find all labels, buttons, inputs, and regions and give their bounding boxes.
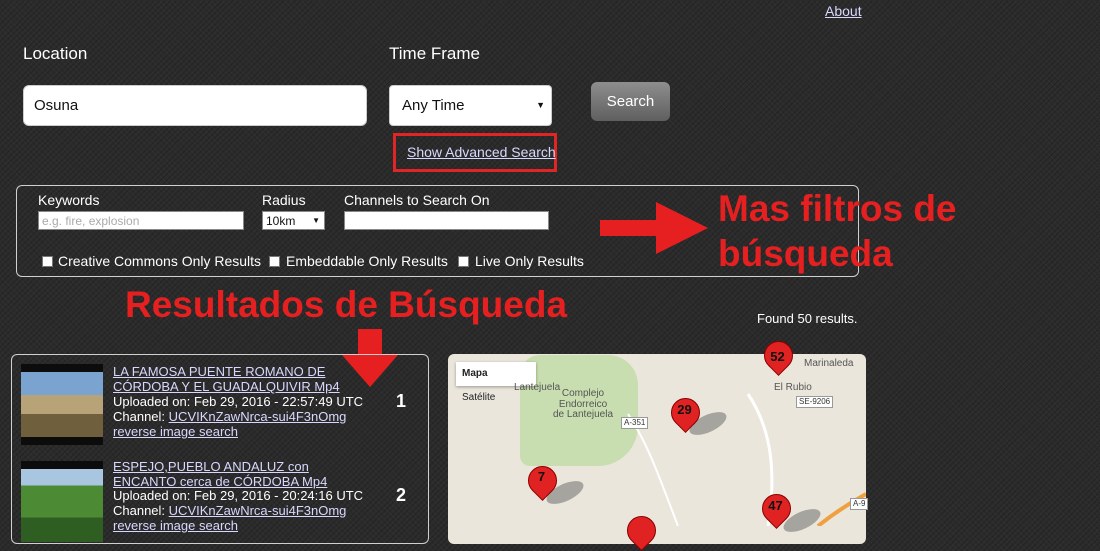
time-frame-value: Any Time — [402, 97, 465, 114]
result-number: 2 — [396, 485, 407, 505]
road-label: A-9 — [850, 498, 869, 510]
channel-row: Channel: UCVIKnZawNrca-sui4F3nOmg — [113, 409, 346, 424]
map-marker-label: 7 — [537, 469, 546, 484]
upload-date: Uploaded on: Feb 29, 2016 - 22:57:49 UTC — [113, 394, 364, 409]
map-type-satellite-button[interactable]: Satélite — [456, 386, 501, 410]
channel-label: Channel: — [113, 503, 166, 518]
live-only-label: Live Only Results — [475, 253, 584, 269]
radius-select[interactable]: 10km ▼ — [262, 211, 325, 230]
location-label: Location — [23, 44, 88, 63]
about-link[interactable]: About — [825, 3, 862, 19]
title-line: ESPEJO,PUEBLO ANDALUZ con — [113, 459, 309, 474]
video-thumbnail[interactable] — [21, 461, 103, 542]
map-marker-label: 29 — [677, 402, 692, 417]
live-only-checkbox[interactable] — [458, 256, 469, 267]
filters-annotation-line2: búsqueda — [718, 233, 893, 274]
time-frame-label: Time Frame — [389, 44, 480, 63]
search-button[interactable]: Search — [590, 81, 671, 122]
title-line: CÓRDOBA Y EL GUADALQUIVIR Mp4 — [113, 379, 340, 394]
channel-row: Channel: UCVIKnZawNrca-sui4F3nOmg — [113, 503, 346, 518]
show-advanced-search-link[interactable]: Show Advanced Search — [407, 144, 556, 160]
road-label: SE-9206 — [796, 396, 834, 408]
time-frame-select[interactable]: Any Time ▼ — [389, 85, 552, 126]
channels-input[interactable] — [344, 211, 549, 230]
result-number: 1 — [396, 391, 407, 411]
place-label: El Rubio — [774, 382, 812, 393]
keywords-input[interactable]: e.g. fire, explosion — [38, 211, 244, 230]
embeddable-label: Embeddable Only Results — [286, 253, 448, 269]
results-annotation: Resultados de Búsqueda — [125, 284, 568, 325]
place-label: de Lantejuela — [552, 409, 614, 420]
creative-commons-label: Creative Commons Only Results — [58, 253, 262, 269]
channel-label: Channel: — [113, 409, 166, 424]
channels-label: Channels to Search On — [344, 192, 490, 208]
filters-annotation-line1: Mas filtros de — [718, 188, 957, 229]
channel-link[interactable]: UCVIKnZawNrca-sui4F3nOmg — [169, 409, 347, 424]
video-thumbnail[interactable] — [21, 364, 103, 445]
title-line: ENCANTO cerca de CÓRDOBA Mp4 — [113, 474, 328, 489]
location-input[interactable]: Osuna — [23, 85, 367, 126]
map-type-map-button[interactable]: Mapa — [456, 362, 494, 386]
map-marker-label: 47 — [768, 498, 783, 513]
upload-date: Uploaded on: Feb 29, 2016 - 20:24:16 UTC — [113, 488, 364, 503]
dropdown-arrow-icon: ▼ — [536, 100, 545, 110]
result-title-link[interactable]: ESPEJO,PUEBLO ANDALUZ con ENCANTO cerca … — [113, 459, 363, 489]
channel-link[interactable]: UCVIKnZawNrca-sui4F3nOmg — [169, 503, 347, 518]
map-marker-label: 52 — [770, 349, 785, 364]
results-count: Found 50 results. — [757, 311, 858, 326]
radius-value: 10km — [266, 214, 296, 228]
radius-label: Radius — [262, 192, 306, 208]
creative-commons-checkbox[interactable] — [42, 256, 53, 267]
embeddable-checkbox[interactable] — [269, 256, 280, 267]
title-line: LA FAMOSA PUENTE ROMANO DE — [113, 364, 326, 379]
reverse-image-search-link[interactable]: reverse image search — [113, 424, 238, 439]
place-label: Complejo — [561, 388, 605, 399]
place-label: Marinaleda — [804, 358, 854, 369]
keywords-label: Keywords — [38, 192, 100, 208]
dropdown-arrow-icon: ▼ — [312, 216, 320, 225]
result-title-link[interactable]: LA FAMOSA PUENTE ROMANO DE CÓRDOBA Y EL … — [113, 364, 363, 394]
road-label: A-351 — [621, 417, 649, 429]
right-arrow-icon — [600, 202, 708, 254]
